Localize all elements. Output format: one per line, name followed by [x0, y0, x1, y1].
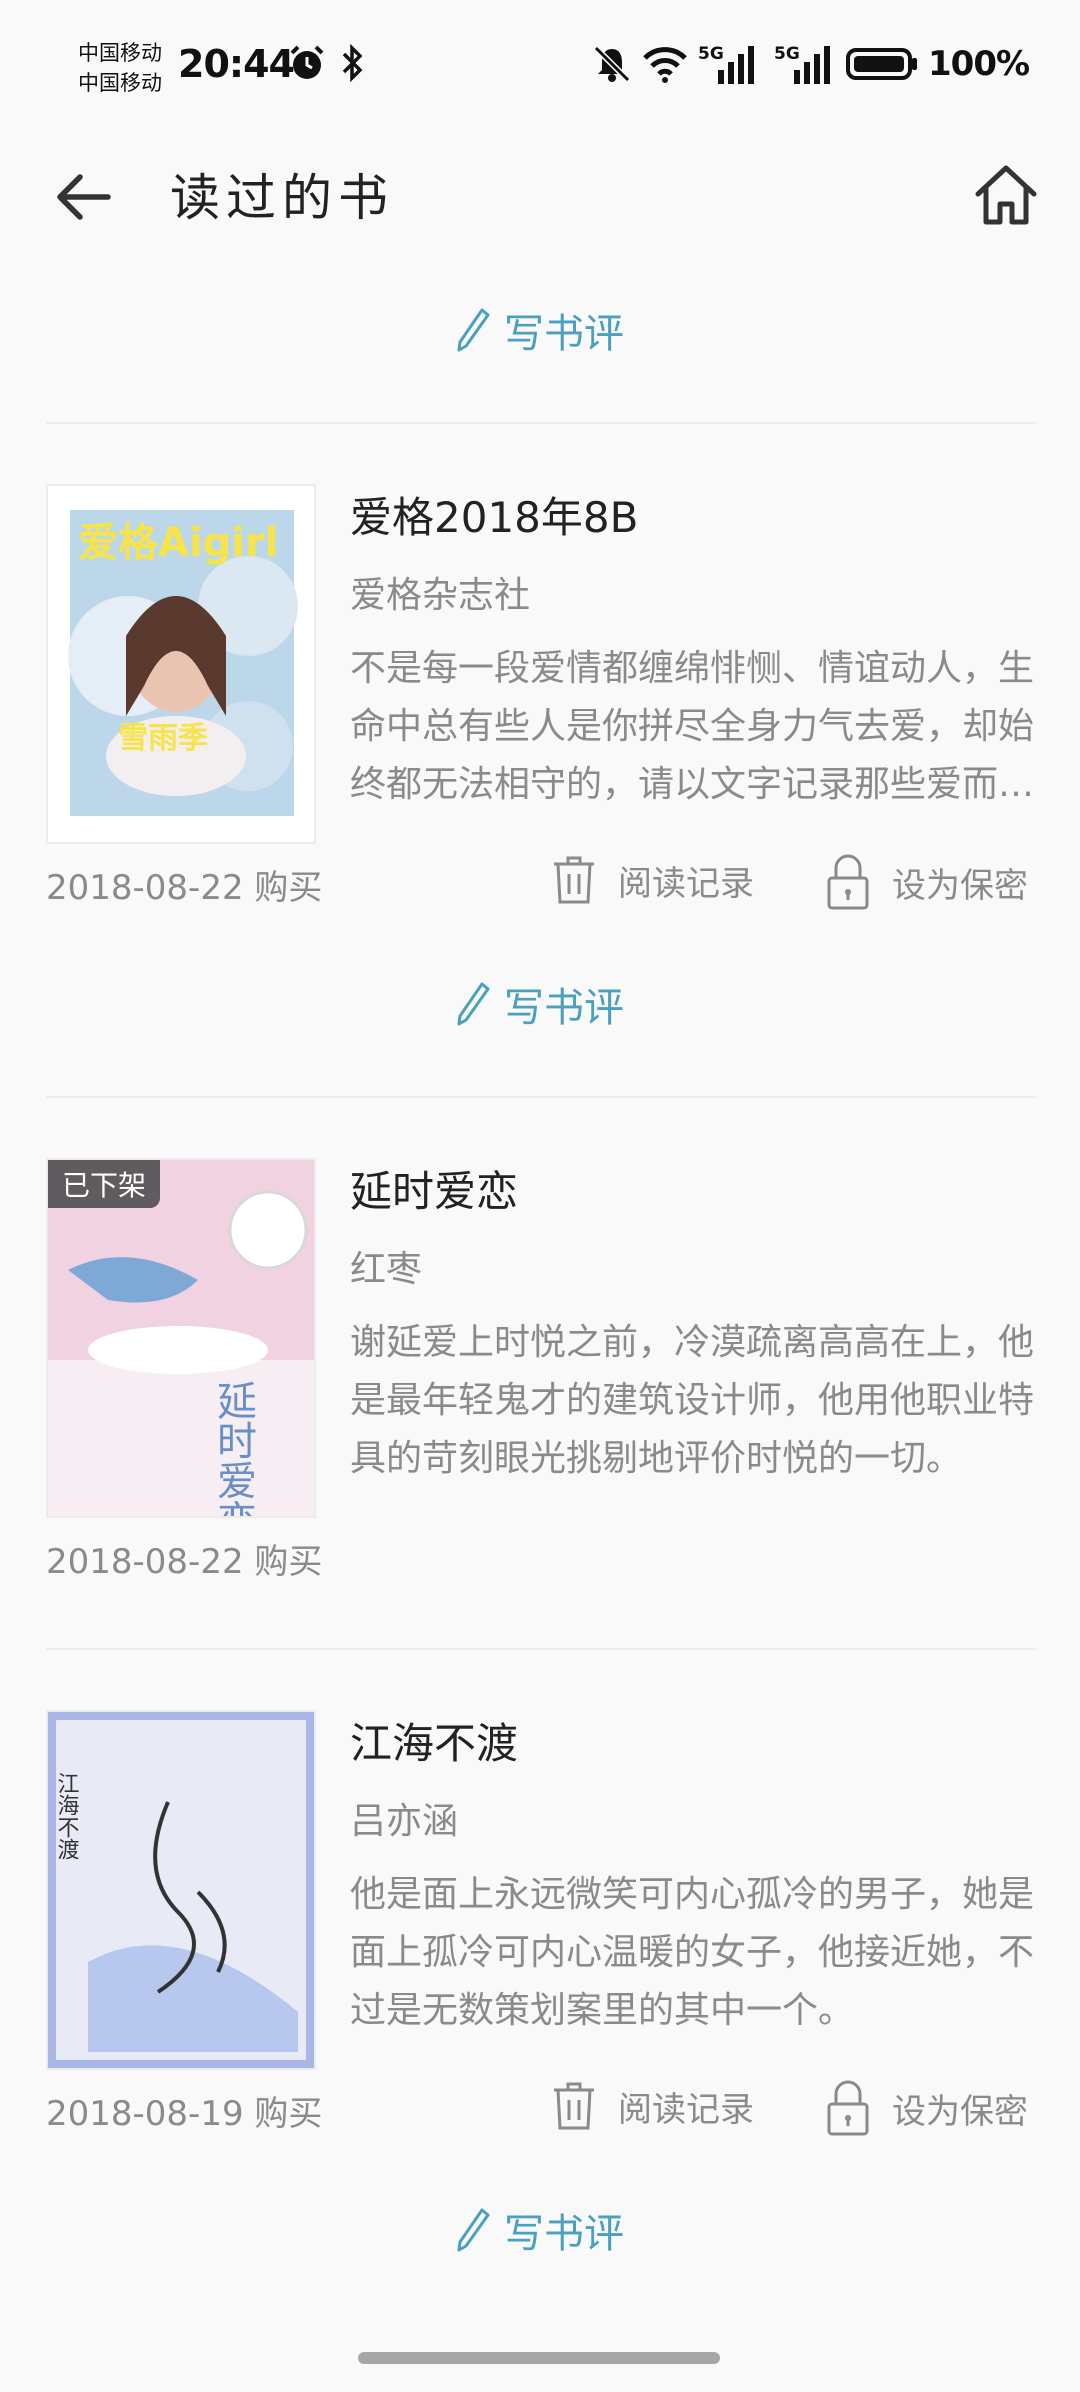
- book-author: 吕亦涵: [350, 1801, 459, 1842]
- set-private-label: 设为保密: [892, 865, 1028, 906]
- write-review-button[interactable]: 写书评: [0, 290, 1080, 370]
- battery-percent: 100%: [928, 44, 1030, 84]
- status-bar: 中国移动 中国移动 20:44 5G 5G 100%: [0, 0, 1080, 130]
- read-record-button[interactable]: 阅读记录: [552, 2080, 754, 2132]
- delisted-badge: 已下架: [48, 1160, 161, 1208]
- write-review-label: 写书评: [504, 311, 624, 357]
- home-indicator[interactable]: [358, 2352, 720, 2364]
- pencil-icon: [457, 2208, 490, 2252]
- book-author: 爱格杂志社: [350, 575, 531, 616]
- home-button[interactable]: [970, 160, 1042, 232]
- cover-title-text: 延时爱恋: [210, 1380, 256, 1516]
- book-title[interactable]: 江海不渡: [350, 1710, 518, 1771]
- bluetooth-icon: [338, 43, 368, 86]
- write-review-button[interactable]: 写书评: [0, 964, 1080, 1044]
- book-title[interactable]: 爱格2018年8B: [350, 484, 638, 545]
- pencil-icon: [457, 308, 490, 352]
- back-button[interactable]: [50, 162, 120, 232]
- wifi-icon: [642, 44, 688, 88]
- purchase-date: 2018-08-19 购买: [46, 2094, 323, 2134]
- trash-icon: [554, 2082, 594, 2130]
- divider: [46, 1648, 1036, 1650]
- book-title[interactable]: 延时爱恋: [350, 1158, 518, 1219]
- cover-subtitle-text: 雪雨季: [118, 721, 208, 756]
- book-description: 谢延爱上时悦之前，冷漠疏离高高在上，他是最年轻鬼才的建筑设计师，他用他职业特具的…: [350, 1322, 1035, 1479]
- divider: [46, 1096, 1036, 1098]
- status-time: 20:44: [178, 42, 295, 86]
- book-cover-1[interactable]: 爱格Aigirl 雪雨季: [46, 484, 316, 844]
- write-review-label: 写书评: [504, 2211, 624, 2257]
- set-private-button[interactable]: 设为保密: [826, 854, 1028, 910]
- signal-icon-2: [792, 42, 838, 90]
- set-private-button[interactable]: 设为保密: [826, 2080, 1028, 2136]
- set-private-label: 设为保密: [892, 2091, 1028, 2132]
- header: 读过的书: [0, 130, 1080, 260]
- lock-icon: [827, 2080, 869, 2136]
- carrier-labels: 中国移动 中国移动: [78, 38, 162, 98]
- trash-icon: [554, 856, 594, 904]
- write-review-button[interactable]: 写书评: [0, 2190, 1080, 2270]
- signal-icon: [716, 42, 762, 90]
- purchase-date: 2018-08-22 购买: [46, 1542, 323, 1582]
- read-record-label: 阅读记录: [618, 2089, 754, 2130]
- mute-icon: [592, 44, 632, 88]
- cover-title-text: 江海不渡: [54, 1772, 80, 1860]
- cover-title-text: 爱格Aigirl: [78, 520, 278, 566]
- book-cover-image: 延时爱恋: [48, 1160, 314, 1516]
- read-record-label: 阅读记录: [618, 863, 754, 904]
- book-description: 他是面上永远微笑可内心孤冷的男子，她是面上孤冷可内心温暖的女子，他接近她，不过是…: [350, 1874, 1035, 2031]
- carrier-1: 中国移动: [78, 41, 162, 65]
- back-arrow-icon: [57, 174, 111, 220]
- alarm-icon: [288, 44, 326, 86]
- pencil-icon: [457, 982, 490, 1026]
- book-description: 不是每一段爱情都缠绵悱恻、情谊动人，生命中总有些人是你拼尽全身力气去爱，却始终都…: [350, 648, 1035, 805]
- book-cover-3[interactable]: 江海不渡: [46, 1710, 316, 2070]
- battery-icon: [846, 48, 918, 84]
- page-title: 读过的书: [170, 169, 394, 227]
- book-cover-image: 爱格Aigirl 雪雨季: [48, 486, 314, 842]
- home-icon: [975, 165, 1037, 225]
- book-cover-image: 江海不渡: [48, 1712, 314, 2068]
- carrier-2: 中国移动: [78, 71, 162, 95]
- book-cover-2[interactable]: 延时爱恋 已下架: [46, 1158, 316, 1518]
- write-review-label: 写书评: [504, 985, 624, 1031]
- divider: [46, 422, 1036, 424]
- read-record-button[interactable]: 阅读记录: [552, 854, 754, 906]
- lock-icon: [827, 854, 869, 910]
- book-author: 红枣: [350, 1249, 423, 1290]
- purchase-date: 2018-08-22 购买: [46, 868, 323, 908]
